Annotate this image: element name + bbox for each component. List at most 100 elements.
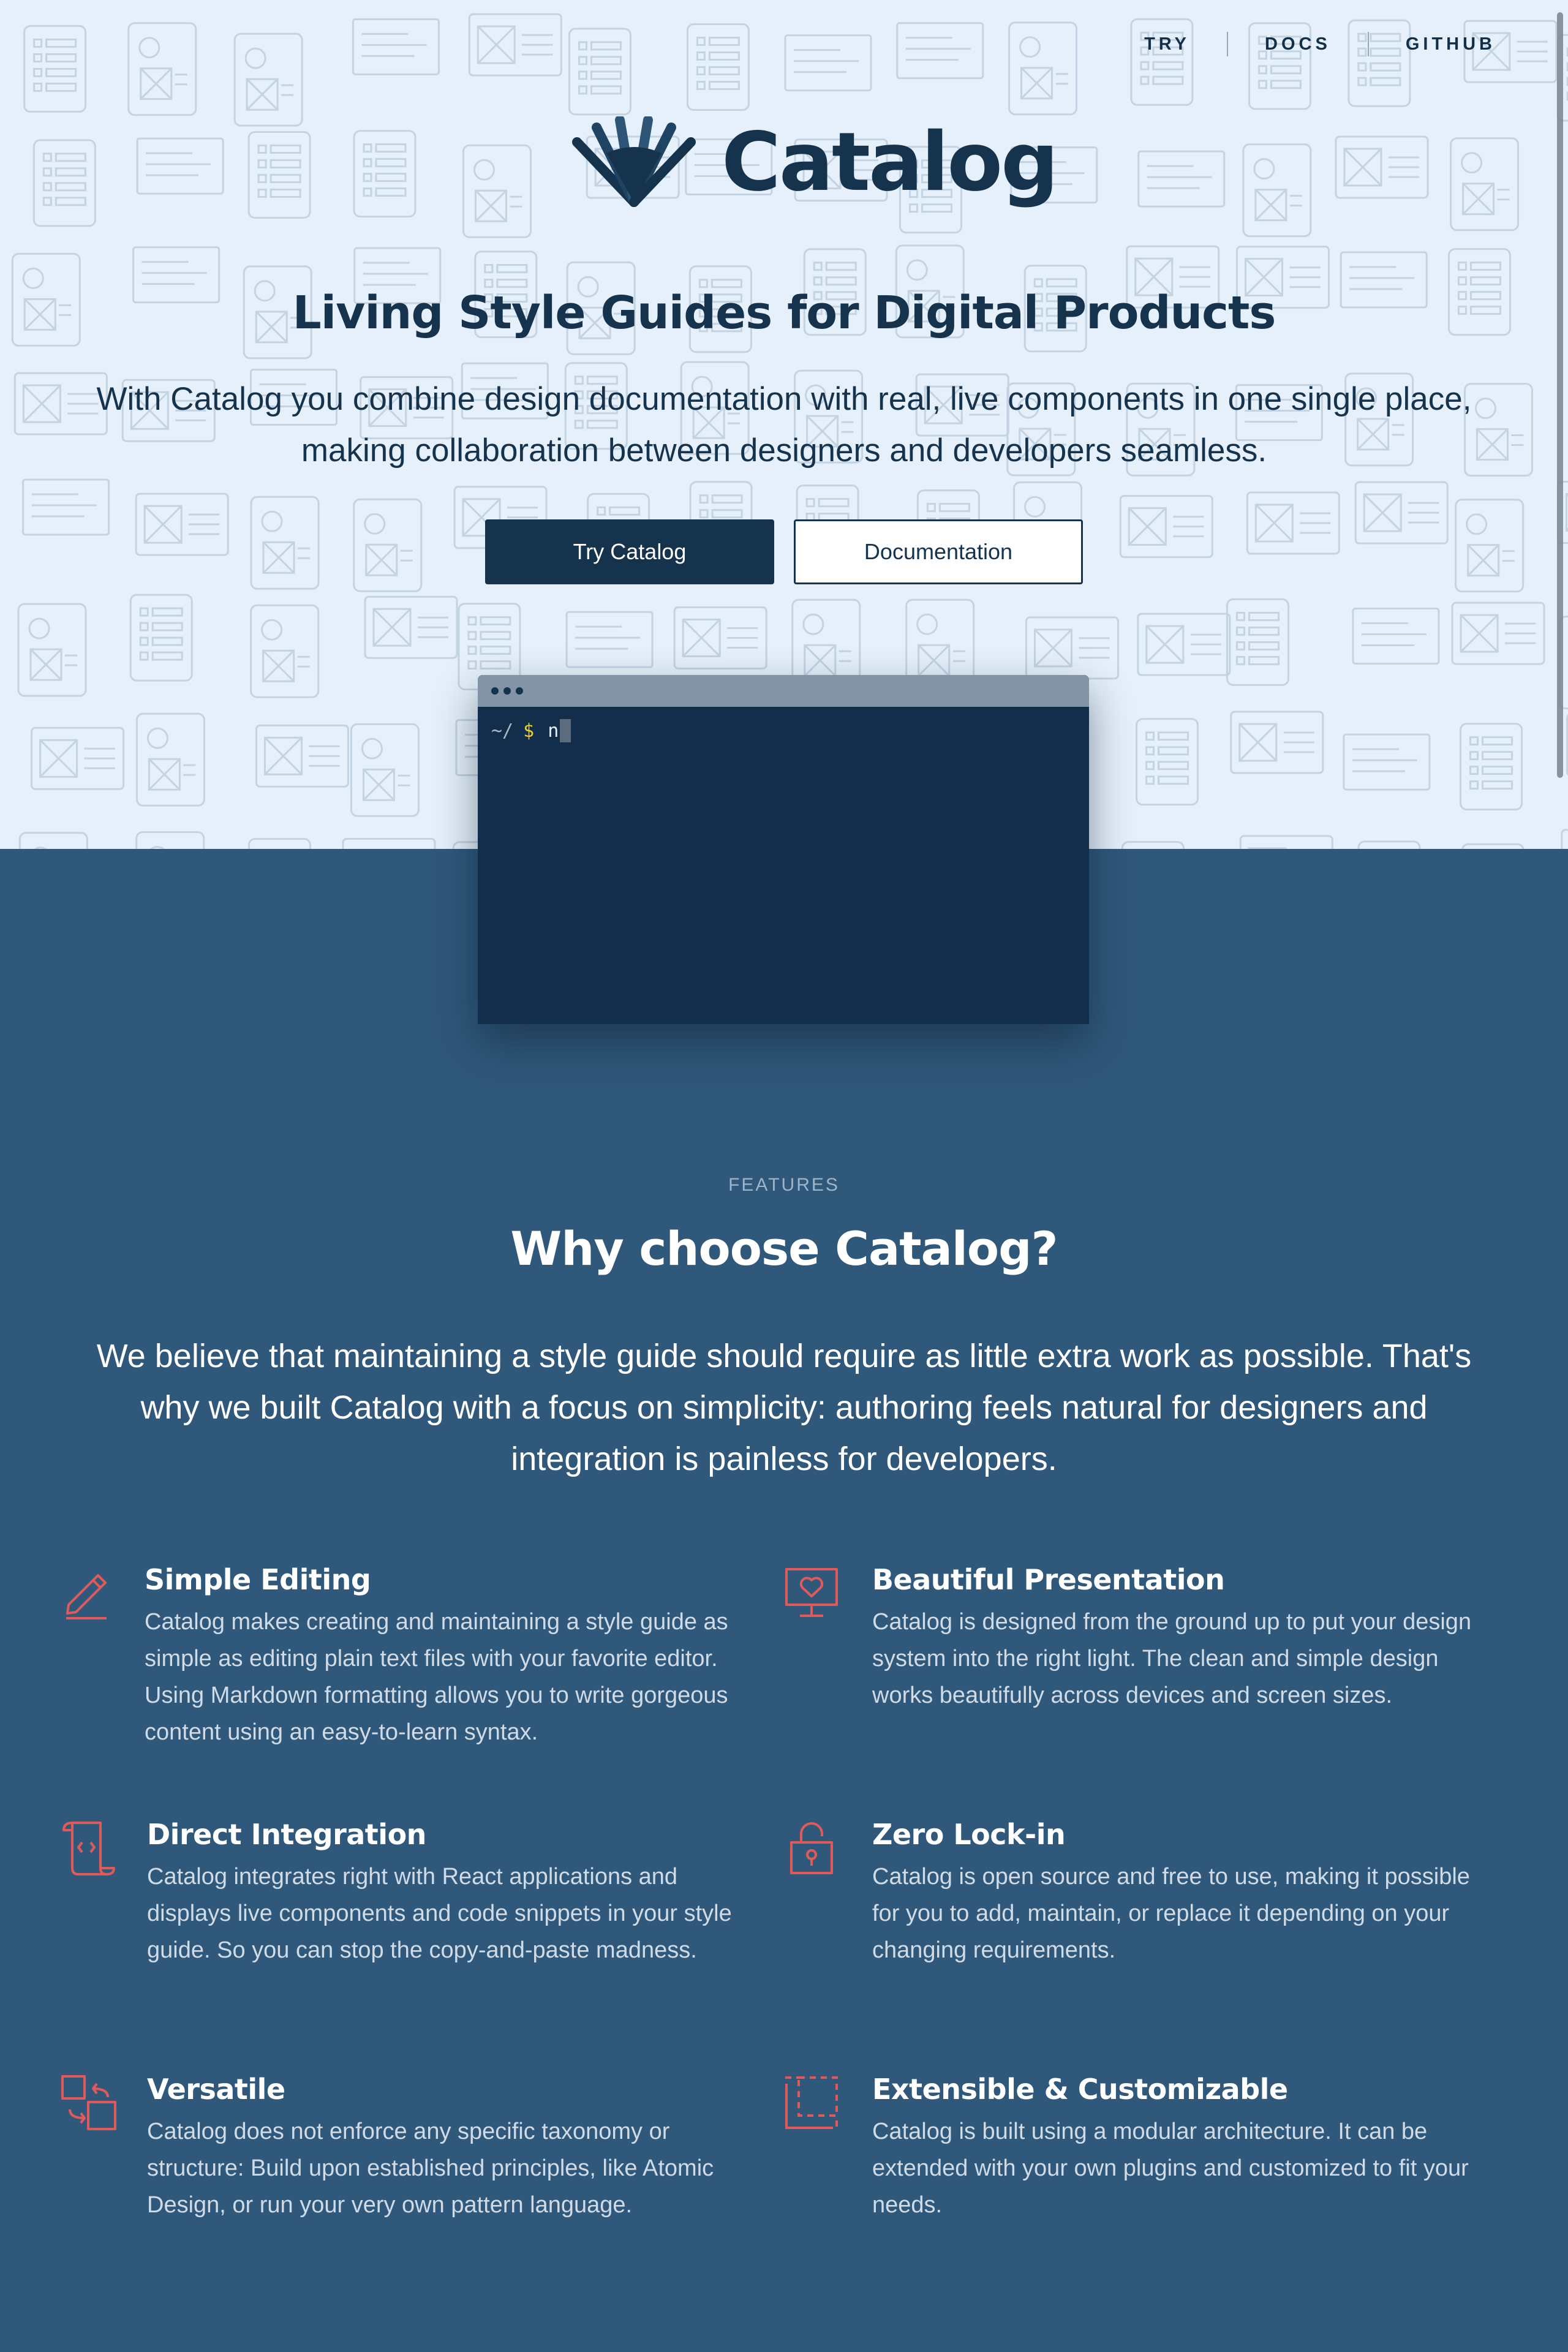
logo-wordmark: Catalog [722,115,1059,209]
wireframe-doodle [17,603,87,697]
window-dot [503,687,511,695]
wireframe-doodle [896,22,984,80]
nav-link-docs[interactable]: DOCS [1265,34,1331,55]
wireframe-doodle [32,139,96,227]
hero-subtitle: With Catalog you combine design document… [96,381,1472,469]
wireframe-doodle [353,498,423,592]
wireframe-doodle [1136,718,1199,806]
features-eyebrow: FEATURES [728,1175,840,1195]
wireframe-doodle [247,838,311,849]
nav-link-try[interactable]: TRY [1144,34,1190,55]
feature-title: Direct Integration [147,1818,426,1851]
terminal-window[interactable]: ~/ $ n [478,675,1089,1024]
wireframe-doodle [135,712,205,807]
feature-description: Catalog is designed from the ground up t… [872,1609,1472,1708]
wireframe-doodle [1246,491,1340,555]
hero-title: Living Style Guides for Digital Products [292,287,1276,339]
wireframe-doodle [1239,835,1333,849]
wireframe-doodle [1450,137,1520,232]
wireframe-doodle [18,832,88,849]
wireframe-doodle [350,723,420,817]
wireframe-doodle [31,726,125,790]
wireframe-doodle [1230,710,1324,774]
wireframe-doodle [1335,135,1429,199]
features-title: Why choose Catalog? [510,1221,1058,1276]
feature-title: Extensible & Customizable [872,2073,1288,2106]
window-dot [491,687,499,695]
wireframe-doodle [1119,495,1213,559]
wireframe-doodle [784,34,872,92]
wireframe-doodle [353,130,417,218]
documentation-button[interactable]: Documentation [794,519,1083,584]
wireframe-doodle [22,478,110,536]
wireframe-doodle [136,137,224,195]
feature-description: Catalog is built using a modular archite… [872,2119,1469,2218]
feature-title: Zero Lock-in [872,1818,1066,1851]
logo[interactable]: Catalog [570,115,1059,209]
terminal-prompt-line[interactable]: ~/ $ n [491,719,571,742]
wireframe-doodle [250,496,320,590]
wireframe-doodle [686,23,750,111]
wireframe-doodle [129,594,193,682]
nav-divider [1227,32,1229,56]
wireframe-doodle [1357,840,1421,849]
wireframe-doodle [1343,733,1431,791]
swap-icon [61,2075,116,2130]
feature-description: Catalog is open source and free to use, … [872,1864,1470,1963]
scrollbar[interactable] [1557,12,1563,778]
wireframe-doodle [673,606,767,669]
wireframe-doodle [462,144,532,238]
wireframe-doodle [250,604,320,698]
wireframe-doodle [1025,616,1119,680]
top-nav: TRY DOCS GITHUB [1144,32,1496,56]
feature-description: Catalog makes creating and maintaining a… [145,1609,728,1745]
wireframe-doodle [364,595,458,659]
heart-monitor-icon [785,1568,838,1617]
wireframe-doodle [135,831,205,849]
wireframe-doodle [352,18,440,75]
wireframe-doodle [1121,841,1185,849]
wireframe-doodle [468,13,562,77]
pencil-icon [66,1574,107,1619]
terminal-title-bar [478,675,1089,707]
feature-title: Simple Editing [145,1563,371,1596]
expand-corners-icon [785,2076,838,2129]
feature-description: Catalog integrates right with React appl… [147,1864,732,1963]
wireframe-doodle [23,24,87,113]
window-dot [516,687,523,695]
wireframe-doodle [1226,598,1289,686]
feature-title: Beautiful Presentation [872,1563,1225,1596]
nav-link-github[interactable]: GITHUB [1406,34,1496,55]
wireframe-doodle [1451,601,1545,665]
wireframe-doodle [342,837,436,849]
wireframe-doodle [568,28,631,116]
features-intro: We believe that maintaining a style guid… [96,1338,1472,1477]
wireframe-doodle [1455,499,1525,593]
terminal-input[interactable]: n [548,720,559,742]
wireframe-doodle [1460,723,1523,811]
wireframe-doodle [247,130,311,219]
nav-divider [1367,32,1369,56]
wireframe-doodle [255,724,349,788]
wireframe-doodle [1137,150,1226,208]
unlocked-padlock-icon [790,1822,833,1874]
wireframe-doodle [1242,143,1312,238]
code-scroll-icon [62,1822,115,1875]
wireframe-doodle [1008,21,1078,116]
feature-description: Catalog does not enforce any specific ta… [147,2119,714,2218]
wireframe-doodle [233,32,303,127]
wireframe-doodle [1137,612,1231,676]
catalog-fan-icon [572,116,696,207]
terminal-path: ~/ [491,720,514,742]
wireframe-doodle [1352,608,1440,665]
wireframe-doodle [127,22,197,116]
terminal-prompt-symbol: $ [523,720,535,742]
try-catalog-button[interactable]: Try Catalog [485,519,774,584]
terminal-cursor [560,719,571,742]
wireframe-doodle [1561,829,1568,849]
wireframe-doodle [1461,843,1525,849]
feature-title: Versatile [147,2073,285,2106]
wireframe-doodle [135,492,229,556]
wireframe-doodle [1354,481,1449,545]
wireframe-doodle [565,611,654,668]
